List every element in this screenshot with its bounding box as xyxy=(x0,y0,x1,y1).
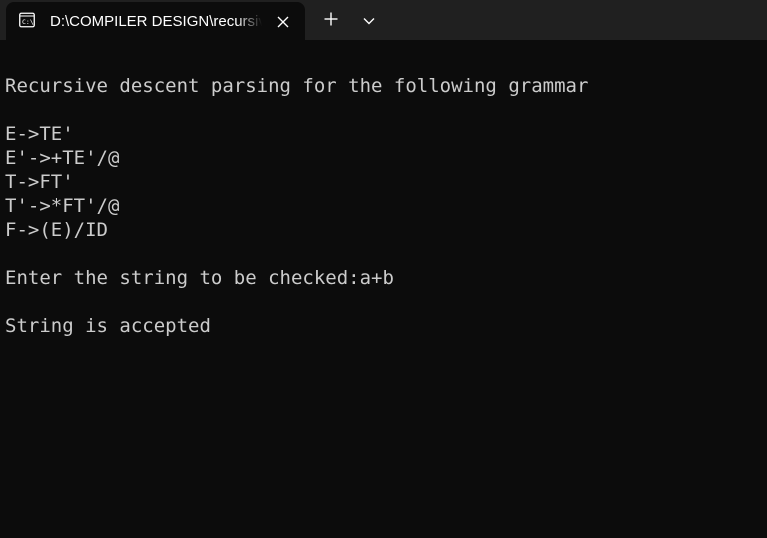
chevron-down-icon xyxy=(363,12,375,30)
new-tab-button[interactable] xyxy=(318,8,344,34)
tab-title: D:\COMPILER DESIGN\recursive xyxy=(50,13,262,30)
grammar-rule: T'->*FT'/@ xyxy=(5,195,120,217)
grammar-rule: F->(E)/ID xyxy=(5,219,108,241)
input-prompt: Enter the string to be checked:a+b xyxy=(5,267,394,289)
tab-dropdown-button[interactable] xyxy=(356,8,382,34)
tab-bar: C:\ D:\COMPILER DESIGN\recursive xyxy=(0,0,767,40)
output-heading: Recursive descent parsing for the follow… xyxy=(5,75,589,97)
close-icon[interactable] xyxy=(272,11,294,33)
terminal-output[interactable]: Recursive descent parsing for the follow… xyxy=(0,40,767,538)
result-message: String is accepted xyxy=(5,315,211,337)
terminal-window: C:\ D:\COMPILER DESIGN\recursive Recursi… xyxy=(0,0,767,538)
tab-active[interactable]: C:\ D:\COMPILER DESIGN\recursive xyxy=(6,2,305,40)
grammar-rule: E'->+TE'/@ xyxy=(5,147,120,169)
grammar-rule: E->TE' xyxy=(5,123,74,145)
svg-text:C:\: C:\ xyxy=(22,18,34,26)
cmd-prompt-icon: C:\ xyxy=(19,12,35,28)
grammar-rule: T->FT' xyxy=(5,171,74,193)
plus-icon xyxy=(324,12,338,31)
